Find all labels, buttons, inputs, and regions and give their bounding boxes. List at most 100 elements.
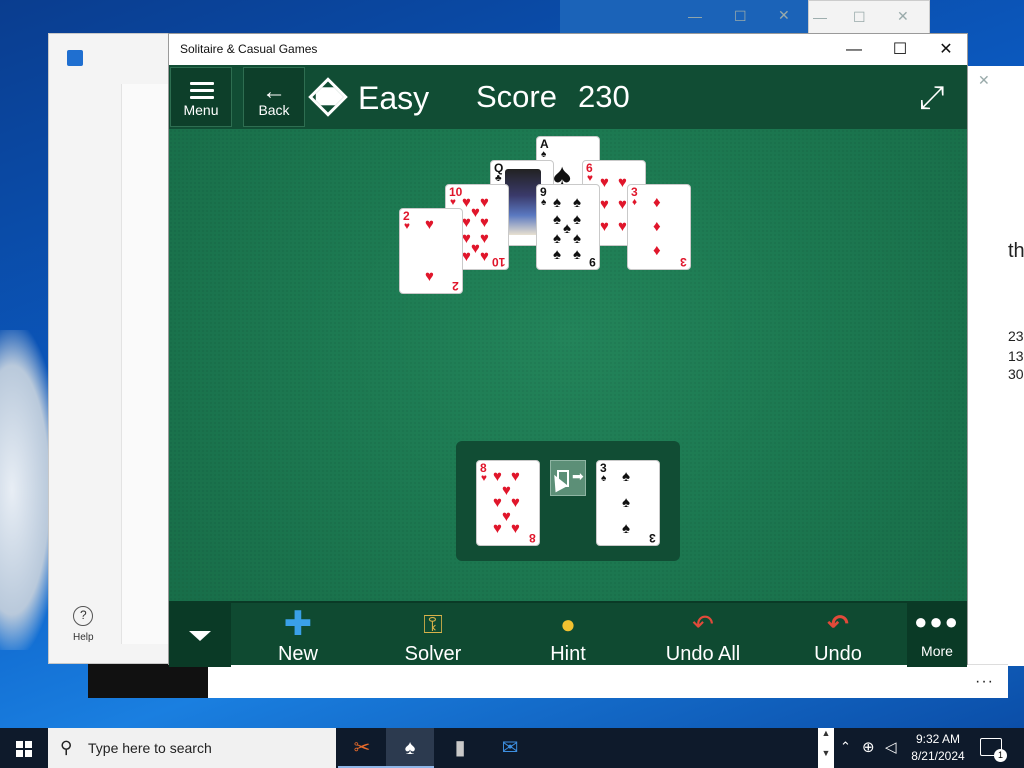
card-suit: ♠ [541,197,547,208]
new-label: New [277,643,318,665]
undo-all-label: Undo All [665,643,741,665]
card-suit: ♠ [541,149,547,160]
card-suit: ♠ [601,473,607,484]
maximize-button[interactable]: ☐ [877,34,923,65]
difficulty-label: Easy [358,80,430,116]
card-table: A ♠ ♠ Q ♣ 6 ♥ ♥ ♥ ♥ ♥ ♥ ♥ 10 ♥ ♥ ♥ ♥ ♥ ♥… [169,129,967,601]
partial-text: 13 [1008,348,1024,364]
store-window: ? Help [48,33,181,664]
microphone-app-icon[interactable]: ▮ [436,728,484,768]
close-icon[interactable]: ✕ [778,7,790,24]
card-suit: ♦ [632,197,638,208]
background-window-titlebar-2: — ☐ ✕ [808,0,930,34]
clock-time: 9:32 AM [915,732,961,746]
clock-date: 8/21/2024 [911,749,965,763]
taskbar: ⚲ Type here to search ✂ ♠ ▮ ✉ ⌃ ⊕ ◁ 9:32… [0,728,1024,768]
network-icon[interactable]: ⊕ [862,738,875,768]
more-button[interactable]: ●●● More [907,603,967,667]
store-logo-icon [67,50,83,66]
score-label: Score [476,79,557,114]
back-label: Back [258,102,290,118]
card-rank-bottom: 3 [680,255,687,269]
search-icon: ⚲ [60,738,73,757]
partial-text: 231 [1008,328,1024,344]
snipping-tool-icon[interactable]: ✂ [338,728,386,768]
partial-text: th [1008,240,1024,262]
card-suit: ♥ [450,197,456,208]
solitaire-window: Solitaire & Casual Games — ☐ ✕ Menu ← Ba… [168,33,968,667]
background-dark-area [88,664,208,698]
score-value: 230 [578,79,630,114]
card-suit: ♥ [481,473,487,484]
collapse-toolbar-button[interactable] [169,603,231,667]
system-clock[interactable]: 9:32 AM 8/21/2024 [904,731,972,765]
chevron-up-icon[interactable]: ⌃ [840,739,851,768]
windows-logo-icon [16,741,32,757]
card-rank-bottom: 9 [589,255,596,269]
hint-button[interactable]: ● Hint [539,603,597,667]
card-suit: ♣ [495,173,502,184]
window-title: Solitaire & Casual Games [180,42,318,56]
close-icon[interactable]: ✕ [897,8,909,25]
game-area: Menu ← Back Easy Score 230 ⤢ A ♠ ♠ Q ♣ 6… [169,65,967,667]
fullscreen-icon[interactable]: ⤢ [919,79,955,115]
undo-all-icon: ↶ [692,609,714,639]
partial-text: 305 [1008,366,1024,382]
maximize-icon[interactable]: ☐ [853,9,866,26]
chevron-down-icon [189,631,211,641]
taskbar-overflow-scroll[interactable]: ▲ ▼ [818,728,834,768]
new-game-button[interactable]: ✚ New [263,603,333,667]
solver-button[interactable]: ⚿ Solver [395,603,471,667]
card-three-diamonds[interactable]: 3 ♦ ♦ ♦ ♦ 3 [627,184,691,270]
help-label: Help [73,632,94,643]
undo-icon: ↶ [827,609,849,639]
game-top-bar: Menu ← Back Easy Score 230 ⤢ [169,65,967,129]
card-rank-bottom: 2 [452,279,459,293]
undo-all-button[interactable]: ↶ Undo All [657,603,749,667]
mail-app-icon[interactable]: ✉ [486,728,534,768]
close-icon[interactable]: ✕ [978,72,990,89]
help-button[interactable]: ? Help [73,606,94,643]
help-icon: ? [73,606,94,626]
close-button[interactable]: ✕ [923,34,969,65]
waste-card-three-spades[interactable]: 3 ♠ ♠ ♠ ♠ 3 [596,460,660,546]
menu-button[interactable]: Menu [170,67,232,127]
title-bar: Solitaire & Casual Games — ☐ ✕ [169,34,967,65]
background-window-bottom: ··· [208,664,1008,698]
hint-label: Hint [550,643,586,665]
key-icon: ⚿ [423,609,443,639]
more-label: More [921,643,953,659]
game-bottom-bar: ✚ New ⚿ Solver ● Hint ↶ Undo All ↶ Undo … [169,601,967,667]
undo-button[interactable]: ↶ Undo [805,603,871,667]
pyramid-logo-icon [308,77,348,117]
start-button[interactable] [0,728,48,768]
taskbar-search[interactable]: ⚲ Type here to search [48,728,336,768]
minimize-icon[interactable]: — [813,9,827,25]
more-dots-icon: ●●● [914,609,960,634]
card-rank-bottom: 10 [491,255,505,269]
back-button[interactable]: ← Back [243,67,305,127]
minimize-icon[interactable]: — [688,8,702,24]
plus-icon: ✚ [283,605,313,643]
maximize-icon[interactable]: ☐ [734,8,747,25]
card-rank-bottom: 3 [649,531,656,545]
search-placeholder: Type here to search [88,740,212,756]
lightbulb-icon: ● [560,609,576,639]
volume-muted-icon[interactable]: ◁ [885,738,897,768]
card-nine-spades[interactable]: 9 ♠ ♠ ♠ ♠ ♠ ♠ ♠ ♠ ♠ ♠ 9 [536,184,600,270]
card-suit: ♥ [587,173,593,184]
undo-label: Undo [814,643,862,665]
solver-label: Solver [404,643,462,665]
background-window-titlebar: — ☐ ✕ [560,0,810,34]
menu-label: Menu [183,102,219,118]
card-rank-bottom: 8 [529,531,536,545]
arrow-right-icon: ➡ [572,468,584,484]
more-options-icon[interactable]: ··· [975,673,994,691]
minimize-button[interactable]: — [831,34,877,65]
notification-count: 1 [994,749,1007,762]
stock-card-eight-hearts[interactable]: 8 ♥ ♥ ♥ ♥ ♥ ♥ ♥ ♥ ♥ 8 [476,460,540,546]
solitaire-app-icon[interactable]: ♠ [386,728,434,768]
hamburger-icon [190,82,214,103]
card-two-hearts[interactable]: 2 ♥ ♥ ♥ 2 [399,208,463,294]
notification-center-icon[interactable]: 1 [980,738,1007,762]
